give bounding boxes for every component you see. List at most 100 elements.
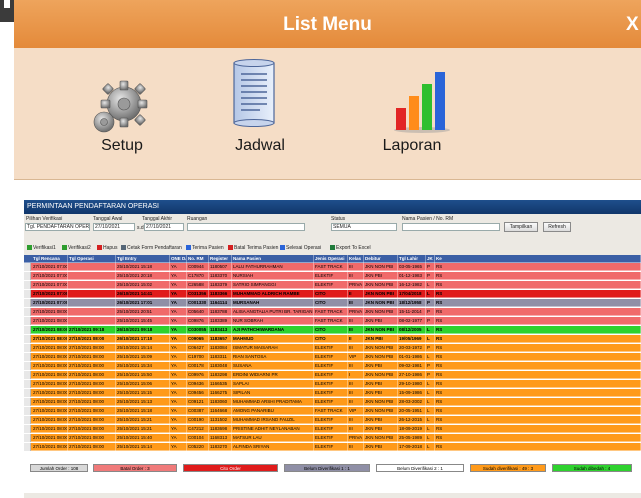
table-row[interactable]: 27/10/2021 08:00 27/10/2021 08:00 26/10/20… bbox=[24, 335, 641, 343]
table-row[interactable]: 27/10/2021 08:00 25/10/2021 20:51 YA C05640… bbox=[24, 308, 641, 316]
close-button[interactable]: X bbox=[626, 14, 639, 36]
table-row[interactable]: 27/10/2021 08:00 27/10/2021 08:00 25/10/20… bbox=[24, 380, 641, 388]
table-row[interactable]: 27/10/2021 08:00 27/10/2021 08:00 25/10/20… bbox=[24, 371, 641, 379]
row-selector[interactable] bbox=[24, 425, 31, 433]
table-cell: YA bbox=[170, 263, 187, 271]
table-cell: III bbox=[348, 389, 364, 397]
refresh-button[interactable]: Refresh bbox=[543, 222, 571, 232]
table-row[interactable]: 27/10/2021 07:00 25/10/2021 15:02 YA C26588… bbox=[24, 281, 641, 289]
tampilkan-button[interactable]: Tampilkan bbox=[504, 222, 538, 232]
verifikasi1-button[interactable]: Verifikasi1 bbox=[27, 243, 56, 254]
table-cell: ELEKTIF bbox=[314, 398, 348, 406]
table-row[interactable]: 27/10/2021 08:00 27/10/2021 08:00 25/10/20… bbox=[24, 425, 641, 433]
table-cell: JKN NON PBI bbox=[364, 371, 398, 379]
table-row[interactable]: 27/10/2021 07:00 26/10/2021 17:01 YA C00133… bbox=[24, 299, 641, 307]
row-selector[interactable] bbox=[24, 380, 31, 388]
row-selector[interactable] bbox=[24, 389, 31, 397]
table-cell: 27/10/2021 08:00 bbox=[33, 443, 68, 451]
table-cell: YA bbox=[170, 389, 187, 397]
table-cell: C00178 bbox=[187, 362, 209, 370]
table-row[interactable]: 27/10/2021 08:00 25/10/2021 15:45 YA C09876… bbox=[24, 317, 641, 325]
row-selector[interactable] bbox=[24, 434, 31, 442]
table-row[interactable]: 27/10/2021 07:00 25/10/2021 20:18 YA C17870… bbox=[24, 272, 641, 280]
status-select[interactable]: SEMUA bbox=[331, 223, 397, 231]
row-selector[interactable] bbox=[24, 398, 31, 406]
row-selector[interactable] bbox=[24, 290, 31, 298]
tgl-awal-input[interactable]: 27/10/2021 bbox=[93, 223, 135, 231]
table-cell: JKN NON PBI bbox=[364, 344, 398, 352]
table-row[interactable]: 27/10/2021 08:00 27/10/2021 09:18 26/10/20… bbox=[24, 326, 641, 334]
table-cell: 03-05-1965 bbox=[398, 263, 426, 271]
batal-terima-button[interactable]: Batal Terima Pasien bbox=[228, 243, 278, 254]
table-cell: 25/10/2021 15:45 bbox=[116, 317, 170, 325]
table-cell: 01-01-1986 bbox=[398, 353, 426, 361]
row-selector[interactable] bbox=[24, 281, 31, 289]
table-cell: C00387 bbox=[187, 407, 209, 415]
cetak-form-button[interactable]: Cetak Form Pendaftaran bbox=[121, 243, 182, 254]
row-selector[interactable] bbox=[24, 407, 31, 415]
status-label: Status bbox=[331, 216, 346, 222]
table-row[interactable]: 27/10/2021 08:00 27/10/2021 08:00 25/10/20… bbox=[24, 362, 641, 370]
column-header: Ke bbox=[435, 255, 641, 263]
batal-terima-label: Batal Terima Pasien bbox=[234, 245, 279, 251]
table-cell: 1183048 bbox=[209, 362, 232, 370]
table-cell: LALU FATHURRAHMAN bbox=[232, 263, 314, 271]
verifikasi2-button[interactable]: Verifikasi2 bbox=[62, 243, 91, 254]
row-selector[interactable] bbox=[24, 272, 31, 280]
row-selector[interactable] bbox=[24, 317, 31, 325]
gear-icon bbox=[93, 80, 148, 133]
row-selector[interactable] bbox=[24, 308, 31, 316]
table-cell: 27/10/2021 08:00 bbox=[33, 371, 68, 379]
table-row[interactable]: 27/10/2021 08:00 27/10/2021 08:00 25/10/20… bbox=[24, 434, 641, 442]
table-row[interactable]: 27/10/2021 08:00 27/10/2021 08:00 25/10/20… bbox=[24, 344, 641, 352]
selesai-operasi-button[interactable]: Selesai Operasi bbox=[280, 243, 321, 254]
menu-item-setup[interactable]: Setup bbox=[72, 0, 172, 165]
row-selector[interactable] bbox=[24, 371, 31, 379]
verifikasi-select[interactable]: Tgl. PENDAFTARAN OPERASI bbox=[25, 223, 90, 231]
row-selector[interactable] bbox=[24, 335, 31, 343]
table-cell: RS bbox=[435, 263, 641, 271]
table-cell: CITO bbox=[314, 335, 348, 343]
export-excel-button[interactable]: Export To Excel bbox=[330, 243, 371, 254]
table-row[interactable]: 27/10/2021 08:00 27/10/2021 08:00 25/10/20… bbox=[24, 398, 641, 406]
row-selector[interactable] bbox=[24, 416, 31, 424]
row-selector[interactable] bbox=[24, 299, 31, 307]
table-cell bbox=[68, 272, 116, 280]
table-cell: YA bbox=[170, 344, 187, 352]
table-cell: C09121 bbox=[187, 398, 209, 406]
row-selector[interactable] bbox=[24, 362, 31, 370]
terima-pasien-button[interactable]: Terima Pasien bbox=[186, 243, 224, 254]
row-selector[interactable] bbox=[24, 263, 31, 271]
row-selector[interactable] bbox=[24, 443, 31, 451]
tgl-akhir-input[interactable]: 27/10/2021 bbox=[144, 223, 184, 231]
table-cell: ELEKTIF bbox=[314, 389, 348, 397]
table-cell: 27/10/2021 08:00 bbox=[68, 380, 116, 388]
table-row[interactable]: 27/10/2021 08:00 27/10/2021 08:00 25/10/20… bbox=[24, 389, 641, 397]
table-row[interactable]: 27/10/2021 07:00 25/10/2021 15:18 YA C00944… bbox=[24, 263, 641, 271]
table-cell: 25/10/2021 15:15 bbox=[116, 389, 170, 397]
window-title: PERMINTAAN PENDAFTARAN OPERASI bbox=[24, 200, 641, 214]
table-cell: MUHAMMAD ALDRICH RAMBE bbox=[232, 290, 314, 298]
row-selector[interactable] bbox=[24, 326, 31, 334]
table-cell: YA bbox=[170, 416, 187, 424]
table-cell: ELEKTIF bbox=[314, 272, 348, 280]
table-cell: JKN PBI bbox=[364, 272, 398, 280]
ruangan-select[interactable] bbox=[187, 223, 305, 231]
menu-item-jadwal[interactable]: Jadwal bbox=[210, 0, 310, 165]
table-cell: YA bbox=[170, 380, 187, 388]
table-cell: 1183060 bbox=[209, 398, 232, 406]
table-row[interactable]: 27/10/2021 07:00 26/10/2021 14:41 YA C03135… bbox=[24, 290, 641, 298]
table-cell: YA bbox=[170, 335, 187, 343]
row-selector[interactable] bbox=[24, 344, 31, 352]
table-row[interactable]: 27/10/2021 08:00 27/10/2021 08:00 25/10/20… bbox=[24, 443, 641, 451]
row-selector[interactable] bbox=[24, 353, 31, 361]
hapus-button[interactable]: Hapus bbox=[97, 243, 117, 254]
nama-pasien-input[interactable] bbox=[402, 223, 500, 231]
table-cell: 27/10/2021 07:00 bbox=[33, 281, 68, 289]
table-row[interactable]: 27/10/2021 08:00 27/10/2021 08:00 25/10/20… bbox=[24, 407, 641, 415]
menu-item-laporan[interactable]: Laporan bbox=[352, 0, 472, 165]
table-row[interactable]: 27/10/2021 08:00 27/10/2021 08:00 25/10/20… bbox=[24, 353, 641, 361]
table-row[interactable]: 27/10/2021 08:00 27/10/2021 08:00 25/10/20… bbox=[24, 416, 641, 424]
table-cell: 27/10/2021 08:00 bbox=[68, 362, 116, 370]
table-cell: 25/10/2021 15:40 bbox=[116, 434, 170, 442]
